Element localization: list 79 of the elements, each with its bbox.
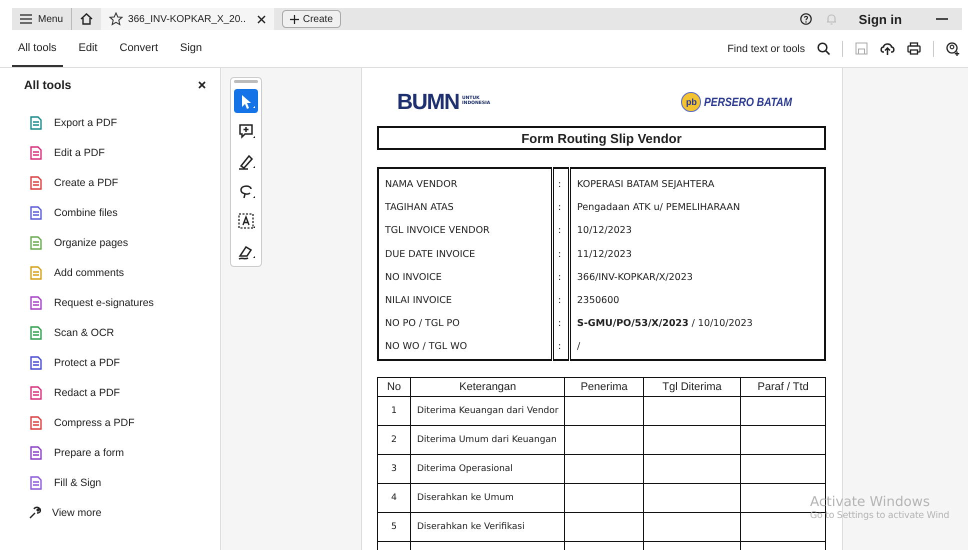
close-icon[interactable]: [198, 81, 206, 89]
field-value: Pengadaan ATK u/ PEMELIHARAAN: [570, 196, 825, 220]
field-value: 11/12/2023: [570, 242, 825, 266]
column-header: No: [378, 377, 410, 396]
colon: :: [558, 225, 562, 236]
create-button[interactable]: Create: [282, 10, 341, 28]
tool-item[interactable]: Combine files: [24, 198, 118, 228]
panel-title: All tools: [24, 78, 72, 92]
column-header: Keterangan: [410, 377, 565, 396]
column-header: Paraf / Ttd: [740, 377, 826, 396]
table-cell: Diterima Operasional: [410, 454, 565, 483]
table-cell: 4: [378, 483, 410, 512]
tool-item[interactable]: Export a PDF: [24, 108, 118, 138]
field-value: 10/12/2023: [570, 219, 825, 243]
table-cell: Diserahkan ke Verifikasi: [410, 512, 565, 541]
field-label: DUE DATE INVOICE: [378, 242, 552, 266]
field-label: NO PO / TGL PO: [378, 312, 552, 336]
tool-item[interactable]: Fill & Sign: [24, 468, 102, 498]
tool-item[interactable]: Request e-signatures: [24, 288, 154, 318]
view-more-button[interactable]: View more: [24, 498, 102, 528]
user-add-icon[interactable]: [946, 42, 960, 56]
close-icon[interactable]: [256, 14, 266, 24]
colon: :: [558, 272, 562, 283]
colon: :: [558, 318, 562, 330]
colon: :: [558, 248, 562, 260]
field-value: KOPERASI BATAM SEJAHTERA: [570, 168, 825, 196]
table-cell: 3: [378, 454, 410, 483]
form-title: Form Routing Slip Vendor: [377, 126, 826, 150]
menu-icon: [20, 14, 32, 24]
column-header: Penerima: [564, 377, 644, 396]
minimize-icon[interactable]: [936, 18, 948, 20]
tool-item[interactable]: Create a PDF: [24, 168, 118, 198]
field-label: TAGIHAN ATAS: [378, 196, 552, 220]
field-value: S-GMU/PO/53/X/2023 / 10/10/2023: [570, 312, 825, 336]
field-label: NO INVOICE: [378, 266, 552, 289]
colon: :: [558, 179, 562, 190]
tool-item[interactable]: Prepare a form: [24, 438, 124, 468]
field-label: NAMA VENDOR: [378, 168, 552, 196]
table-cell: Diterima Keuangan dari Vendor: [410, 396, 565, 425]
tool-item[interactable]: Redact a PDF: [24, 378, 120, 408]
column-header: Tgl Diterima: [643, 377, 741, 396]
cursor-icon[interactable]: [234, 89, 258, 113]
find-button[interactable]: Find text or tools: [727, 42, 805, 54]
tool-item[interactable]: Add comments: [24, 258, 124, 288]
field-label: TGL INVOICE VENDOR: [378, 219, 552, 243]
document-tab[interactable]: 366_INV-KOPKAR_X_20..: [101, 8, 274, 30]
field-value: 2350600: [570, 288, 825, 312]
tool-item[interactable]: Organize pages: [24, 228, 128, 258]
colon: :: [558, 202, 562, 214]
tool-item[interactable]: Edit a PDF: [24, 138, 105, 168]
print-icon[interactable]: [907, 42, 921, 55]
help-icon[interactable]: [800, 13, 812, 25]
field-label: NILAI INVOICE: [378, 288, 552, 312]
tool-item[interactable]: Protect a PDF: [24, 348, 120, 378]
home-icon[interactable]: [80, 13, 94, 25]
table-cell: Diserahkan ke Umum: [410, 483, 565, 512]
menu-button[interactable]: Menu: [12, 8, 72, 30]
toolbar-tab[interactable]: Sign: [174, 30, 208, 67]
star-icon[interactable]: [109, 12, 124, 26]
colon: :: [558, 295, 562, 306]
table-cell: 1: [378, 396, 410, 425]
colon: :: [558, 341, 562, 352]
toolbar-tab[interactable]: Convert: [114, 30, 164, 67]
field-value: /: [570, 335, 825, 360]
wrench-icon: [28, 506, 42, 520]
field-value: 366/INV-KOPKAR/X/2023: [570, 266, 825, 289]
persero-logo: pb PERSERO BATAM: [681, 92, 808, 112]
toolbar-tab[interactable]: All tools: [12, 30, 63, 67]
field-label: NO WO / TGL WO: [378, 335, 552, 360]
tool-item[interactable]: Scan & OCR: [24, 318, 114, 348]
table-cell: Diterima Umum dari Keuangan: [410, 425, 565, 454]
toolbar-tab[interactable]: Edit: [72, 30, 104, 67]
tool-item[interactable]: Compress a PDF: [24, 408, 135, 438]
table-cell: 5: [378, 512, 410, 541]
search-icon[interactable]: [817, 42, 830, 55]
cloud-upload-icon[interactable]: [880, 42, 895, 55]
sign-in-button[interactable]: Sign in: [850, 12, 922, 26]
plus-icon: [290, 14, 299, 24]
table-cell: 2: [378, 425, 410, 454]
